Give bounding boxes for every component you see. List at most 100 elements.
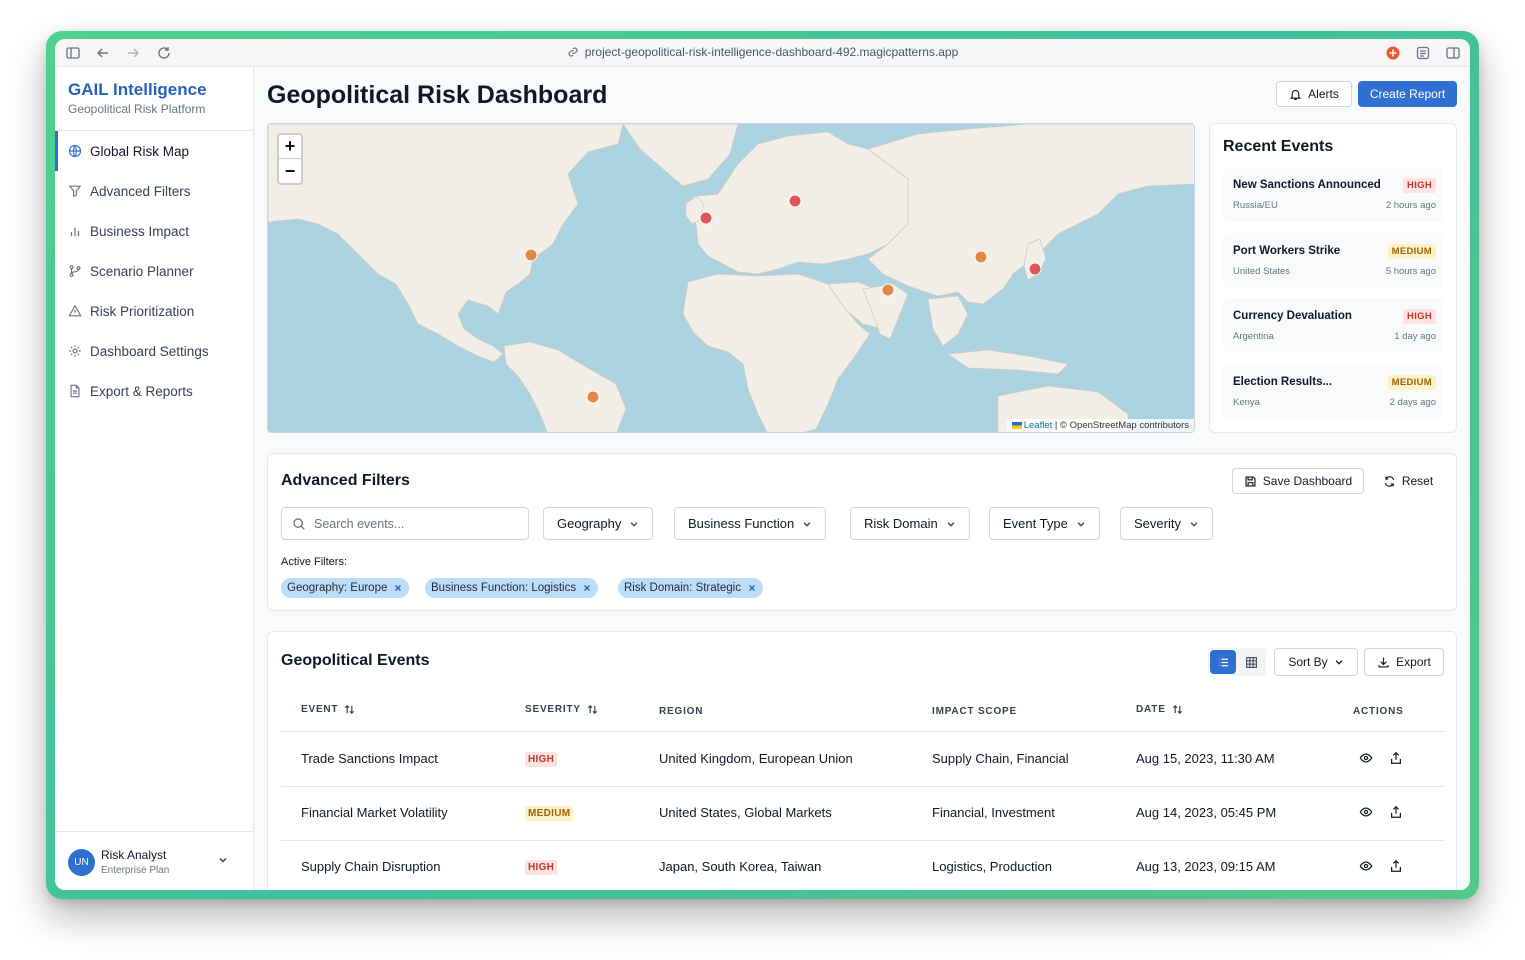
recent-events-panel: Recent Events New Sanctions Announced HI… [1209,123,1457,433]
sidebar-item-risk-prioritization[interactable]: Risk Prioritization [55,291,254,331]
extension-icon[interactable] [1385,45,1401,61]
share-icon[interactable] [1389,751,1403,765]
date-cell: Aug 13, 2023, 09:15 AM [1136,859,1276,874]
map-marker[interactable] [1028,262,1042,276]
event-name: Election Results... [1233,376,1333,388]
map-marker[interactable] [881,283,895,297]
chevron-down-icon [630,521,638,527]
chevron-down-icon [947,521,955,527]
reset-button[interactable]: Reset [1372,468,1444,494]
ukraine-flag-icon [1011,421,1022,429]
dropdown-label: Event Type [1003,516,1068,531]
sidebar-item-business-impact[interactable]: Business Impact [55,211,254,251]
column-header-date[interactable]: DATE [1136,704,1183,715]
map-marker[interactable] [974,250,988,264]
globe-icon [68,144,82,158]
eye-icon[interactable] [1359,751,1373,765]
sidebar-item-dashboard-settings[interactable]: Dashboard Settings [55,331,254,371]
date-cell: Aug 14, 2023, 05:45 PM [1136,805,1277,820]
leaflet-link[interactable]: Leaflet [1024,420,1053,431]
link-icon [568,47,578,57]
recent-event-card[interactable]: Election Results... MEDIUM Kenya 2 days … [1223,364,1443,419]
severity-dropdown[interactable]: Severity [1120,507,1213,540]
event-name: Port Workers Strike [1233,245,1341,257]
user-menu[interactable]: UN Risk Analyst Enterprise Plan [55,831,254,890]
user-plan: Enterprise Plan [101,865,170,876]
export-label: Export [1396,655,1431,669]
event-type-dropdown[interactable]: Event Type [989,507,1100,540]
zoom-out-button[interactable]: − [279,159,301,183]
address-bar[interactable]: project-geopolitical-risk-intelligence-d… [55,45,1470,59]
create-report-button[interactable]: Create Report [1358,81,1457,107]
north-america-land [268,124,624,363]
chevron-down-icon[interactable] [217,854,229,866]
sidebar-item-global-risk-map[interactable]: Global Risk Map [55,131,254,171]
alerts-button[interactable]: Alerts [1276,81,1352,107]
column-label: SEVERITY [525,704,581,715]
recent-event-card[interactable]: New Sanctions Announced HIGH Russia/EU 2… [1223,167,1443,222]
severity-badge: MEDIUM [525,806,574,821]
column-label: IMPACT SCOPE [932,706,1017,717]
file-text-icon [70,384,80,398]
map-marker[interactable] [524,248,538,262]
recent-event-card[interactable]: Port Workers Strike MEDIUM United States… [1223,233,1443,288]
active-filters-label: Active Filters: [281,556,348,568]
severity-badge: MEDIUM [1387,244,1436,259]
search-box[interactable] [281,507,529,540]
share-icon[interactable] [1389,859,1403,873]
column-header-impact-scope: IMPACT SCOPE [932,706,1017,717]
event-region: United States [1233,266,1291,277]
greenland-land [622,124,739,187]
south-america-land [503,341,627,432]
column-header-severity[interactable]: SEVERITY [525,704,598,715]
event-time: 1 day ago [1394,331,1436,342]
sort-by-button[interactable]: Sort By [1274,648,1358,676]
close-icon[interactable] [747,583,757,593]
search-icon [293,518,305,530]
event-cell: Trade Sanctions Impact [301,751,438,766]
risk-domain-dropdown[interactable]: Risk Domain [850,507,970,540]
world-map[interactable] [268,124,1195,433]
save-dashboard-button[interactable]: Save Dashboard [1232,468,1364,494]
region-cell: United States, Global Markets [659,805,832,820]
table-row[interactable]: Financial Market Volatility MEDIUM Unite… [281,786,1445,840]
map-marker[interactable] [586,390,600,404]
table-row[interactable]: Trade Sanctions Impact HIGH United Kingd… [281,732,1445,786]
map-marker[interactable] [699,211,713,225]
sidebar-item-label: Export & Reports [90,383,193,399]
export-button[interactable]: Export [1364,648,1444,676]
sort-icon [587,704,597,715]
grid-view-button[interactable] [1238,650,1264,674]
column-header-event[interactable]: EVENT [301,704,355,715]
sidebar-item-advanced-filters[interactable]: Advanced Filters [55,171,254,211]
map-attribution: Leaflet | © OpenStreetMap contributors [1006,419,1194,432]
search-input[interactable] [314,515,514,533]
sidebar-item-label: Business Impact [90,223,190,239]
brand-title[interactable]: GAIL Intelligence [68,80,207,100]
browser-toolbar: project-geopolitical-risk-intelligence-d… [55,39,1470,67]
risk-map[interactable]: + − Leaflet | © OpenStreetMap contributo… [267,123,1195,433]
brand: GAIL Intelligence Geopolitical Risk Plat… [68,80,207,116]
close-icon[interactable] [582,583,592,593]
business-function-dropdown[interactable]: Business Function [674,507,827,540]
list-view-button[interactable] [1210,650,1236,674]
chevron-down-icon [1335,660,1343,665]
alert-triangle-icon [68,304,82,317]
sidebar-item-scenario-planner[interactable]: Scenario Planner [55,251,254,291]
reader-icon[interactable] [1415,45,1431,61]
eye-icon[interactable] [1359,805,1373,819]
column-label: ACTIONS [1353,706,1404,717]
recent-event-card[interactable]: Currency Devaluation HIGH Argentina 1 da… [1223,298,1443,353]
zoom-in-button[interactable]: + [279,135,301,159]
geography-dropdown[interactable]: Geography [543,507,654,540]
event-name: Currency Devaluation [1233,310,1352,322]
eye-icon[interactable] [1359,859,1373,873]
close-icon[interactable] [393,583,403,593]
table-row[interactable]: Supply Chain Disruption HIGH Japan, Sout… [281,840,1445,890]
sidebar-item-export-reports[interactable]: Export & Reports [55,371,254,411]
map-marker[interactable] [788,194,802,208]
indonesia-land [946,349,1069,375]
brand-subtitle: Geopolitical Risk Platform [68,102,206,116]
split-view-icon[interactable] [1445,45,1461,61]
share-icon[interactable] [1389,805,1403,819]
